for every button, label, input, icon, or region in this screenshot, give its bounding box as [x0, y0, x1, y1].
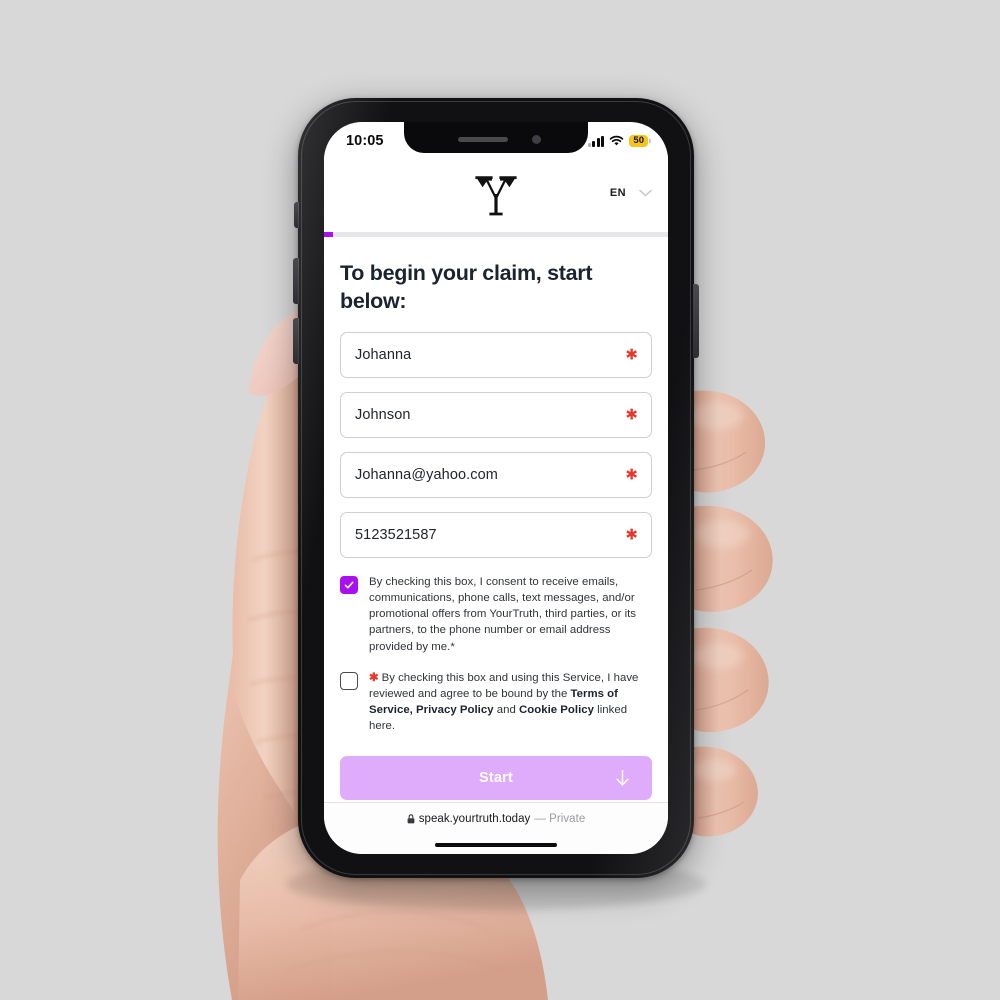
- required-asterisk: ✱: [369, 671, 379, 684]
- start-button[interactable]: Start: [340, 756, 652, 801]
- yourtruth-y-logo: [475, 176, 517, 216]
- volume-up-button[interactable]: [293, 258, 299, 304]
- status-bar-indicators: 50: [587, 134, 648, 148]
- marketing-consent-row: By checking this box, I consent to recei…: [340, 574, 652, 655]
- home-indicator[interactable]: [435, 842, 557, 847]
- power-button[interactable]: [693, 284, 699, 358]
- wifi-icon: [610, 135, 624, 146]
- earpiece-speaker-icon: [457, 137, 508, 142]
- required-asterisk: ✱: [625, 526, 638, 544]
- phone-device: 10:05 50 EN To begin your claim, start b…: [293, 98, 699, 878]
- browser-url-bar: speak.yourtruth.today — Private: [324, 802, 668, 854]
- page-title: To begin your claim, start below:: [340, 261, 593, 314]
- terms-consent-checkbox[interactable]: [340, 671, 358, 690]
- terms-consent-row: ✱ By checking this box and using this Ser…: [340, 670, 652, 735]
- lock-icon: [407, 814, 415, 824]
- url-text: speak.yourtruth.today: [418, 813, 531, 825]
- check-icon: [344, 581, 354, 589]
- mute-switch-button[interactable]: [294, 202, 299, 228]
- progress-bar-fill: [324, 232, 333, 237]
- cookie-policy-link[interactable]: Cookie Policy: [519, 704, 594, 716]
- site-header: EN: [324, 154, 668, 232]
- url-row[interactable]: speak.yourtruth.today — Private: [407, 813, 586, 825]
- battery-indicator: 50: [629, 134, 648, 148]
- required-asterisk: ✱: [625, 466, 638, 484]
- marketing-consent-text: By checking this box, I consent to recei…: [369, 575, 637, 653]
- chevron-down-icon: [639, 189, 652, 197]
- progress-bar-track: [324, 232, 668, 237]
- last-name-value: Johnson: [355, 406, 411, 423]
- marketing-consent-checkbox[interactable]: [340, 575, 358, 594]
- language-selector[interactable]: EN: [610, 187, 652, 199]
- first-name-field[interactable]: Johanna ✱: [340, 331, 652, 378]
- email-field[interactable]: Johanna@yahoo.com ✱: [340, 451, 652, 498]
- first-name-value: Johanna: [355, 346, 412, 363]
- language-label: EN: [609, 187, 626, 199]
- notch: [404, 122, 588, 153]
- start-button-label: Start: [478, 770, 514, 787]
- front-camera-icon: [531, 135, 541, 144]
- terms-consent-text: ✱ By checking this box and using this Ser…: [369, 670, 652, 735]
- volume-down-button[interactable]: [293, 318, 299, 364]
- cellular-signal-icon: [587, 135, 605, 147]
- terms-text-part-2: and: [493, 704, 520, 717]
- arrow-down-icon: [616, 770, 629, 787]
- private-browsing-label: — Private: [534, 813, 586, 825]
- phone-field[interactable]: 5123521587 ✱: [340, 511, 652, 558]
- status-bar-time: 10:05: [346, 133, 384, 149]
- required-asterisk: ✱: [625, 346, 638, 364]
- email-value: Johanna@yahoo.com: [355, 466, 498, 483]
- form-content: To begin your claim, start below: Johann…: [324, 237, 668, 802]
- required-asterisk: ✱: [625, 406, 638, 424]
- last-name-field[interactable]: Johnson ✱: [340, 391, 652, 438]
- scene-background: 10:05 50 EN To begin your claim, start b…: [0, 0, 1000, 1000]
- phone-screen: 10:05 50 EN To begin your claim, start b…: [324, 122, 668, 854]
- phone-value: 5123521587: [355, 526, 437, 543]
